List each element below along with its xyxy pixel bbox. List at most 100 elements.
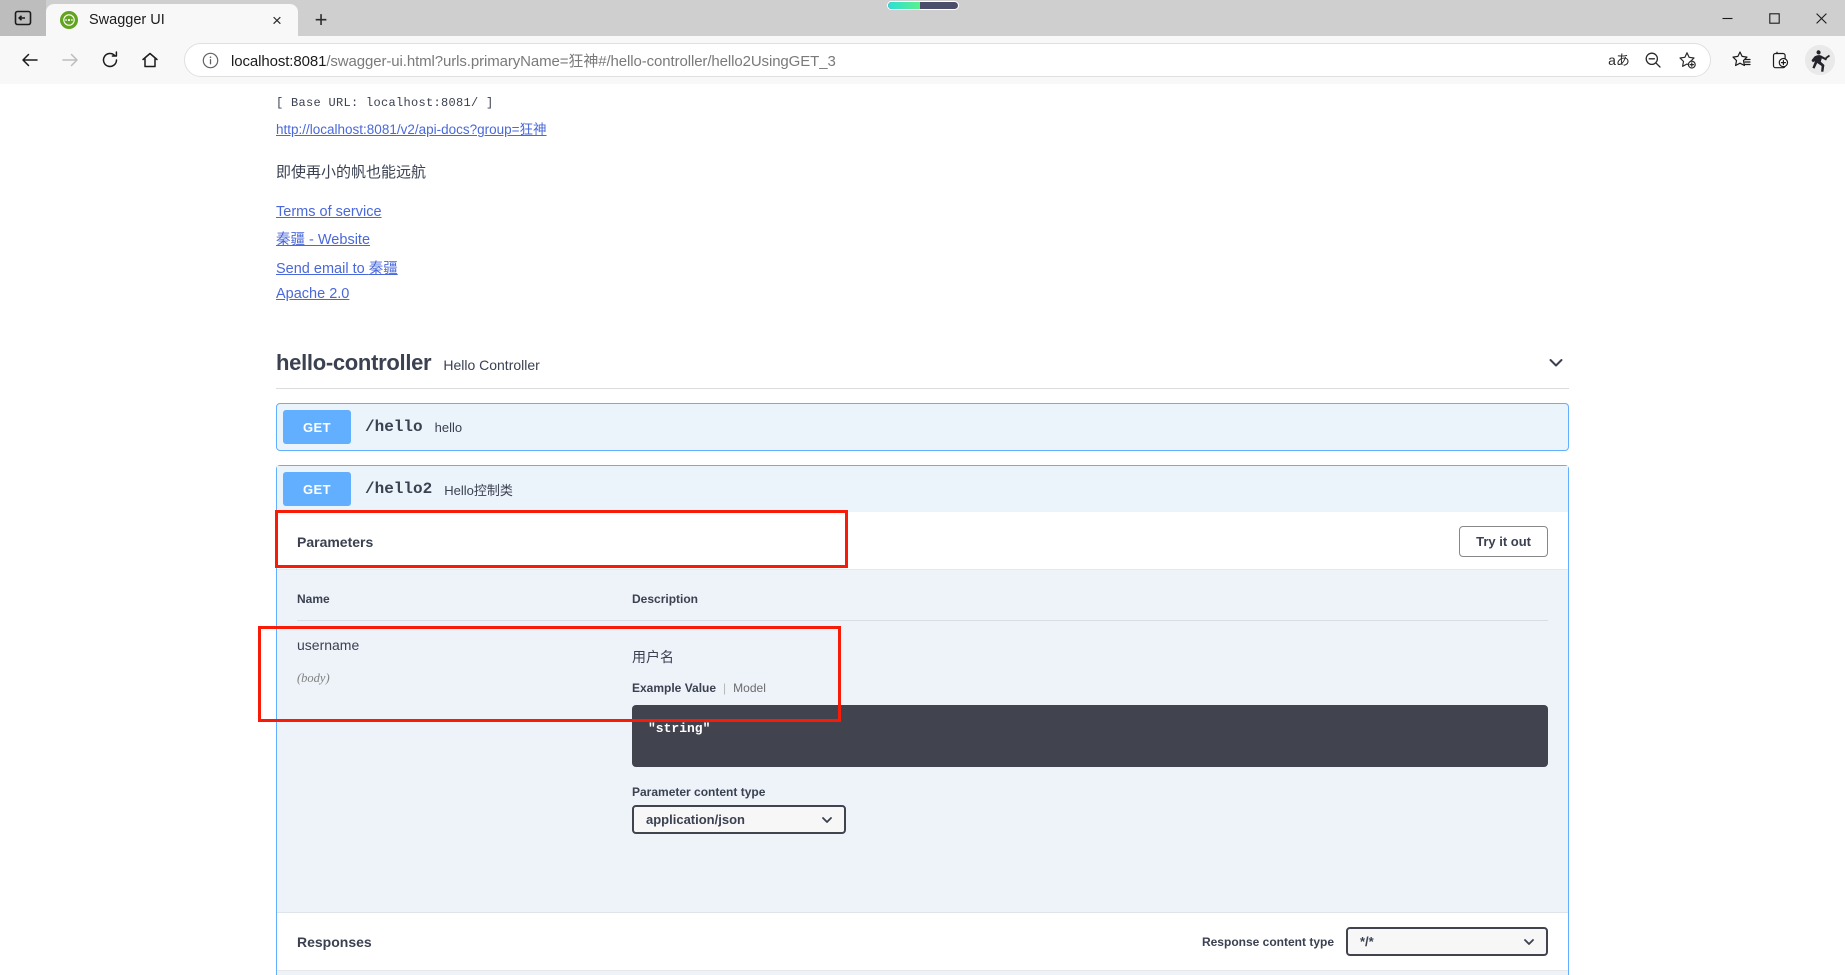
parameters-header: Parameters Try it out — [277, 512, 1568, 570]
responses-table-area: Code Description 200 — [277, 971, 1568, 975]
reload-icon — [102, 51, 118, 68]
terms-of-service-link[interactable]: Terms of service — [276, 204, 1569, 220]
operation-path: /hello2 — [365, 480, 433, 498]
read-aloud-icon[interactable]: aあ — [1602, 45, 1636, 75]
swagger-ui-page: [ Base URL: localhost:8081/ ] http://loc… — [0, 84, 1845, 975]
parameters-title: Parameters — [297, 533, 374, 550]
tag-section-hello-controller: hello-controller Hello Controller GET /h — [276, 350, 1569, 975]
navigation-toolbar: localhost:8081/swagger-ui.html?urls.prim… — [0, 36, 1845, 84]
reload-button[interactable] — [90, 40, 130, 80]
parameter-description-cell: 用户名 Example Value | Model "string" Paramet… — [632, 621, 1548, 834]
tab-strip: Swagger UI × + — [0, 0, 1845, 36]
loading-pill-fill — [887, 2, 920, 9]
website-author: 秦疆 — [276, 232, 305, 248]
swagger-favicon — [60, 11, 78, 29]
tab-actions-icon — [14, 10, 32, 26]
parameter-name: username — [297, 637, 360, 653]
close-tab-icon[interactable]: × — [266, 9, 288, 31]
operation-get-hello[interactable]: GET /hello hello — [276, 403, 1569, 451]
parameter-content-type-label: Parameter content type — [632, 785, 766, 799]
zoom-out-icon[interactable] — [1636, 45, 1670, 75]
email-link[interactable]: Send email to 秦疆 — [276, 257, 1569, 278]
website-suffix: - Website — [305, 232, 371, 248]
tab-title: Swagger UI — [89, 12, 165, 28]
parameter-content-type-select[interactable]: application/json — [632, 805, 846, 834]
tab-model[interactable]: Model — [733, 681, 766, 695]
example-value-code-block[interactable]: "string" — [632, 705, 1548, 767]
tag-header[interactable]: hello-controller Hello Controller — [276, 350, 1569, 389]
table-row: username (body) 用户名 Example Value | Model — [297, 621, 1548, 835]
address-bar[interactable]: localhost:8081/swagger-ui.html?urls.prim… — [184, 43, 1711, 77]
url-path: /swagger-ui.html?urls.primaryName=狂神#/he… — [326, 52, 836, 70]
window-controls — [1704, 0, 1845, 36]
operation-body: Parameters Try it out Name Description u… — [277, 512, 1568, 975]
browser-window: Swagger UI × + localhost:8081/swagger-ui… — [0, 0, 1845, 975]
back-arrow-icon — [22, 53, 38, 67]
tab-actions-button[interactable] — [0, 0, 46, 36]
email-prefix: Send email to — [276, 261, 369, 277]
loading-pill — [886, 1, 959, 10]
favorites-button[interactable] — [1723, 41, 1761, 79]
tag-name: hello-controller — [276, 350, 432, 375]
responses-title: Responses — [297, 933, 372, 950]
home-icon — [142, 52, 158, 68]
api-description: 即使再小的帆也能远航 — [276, 164, 427, 181]
website-link[interactable]: 秦疆 - Website — [276, 228, 1569, 249]
browser-tab-swagger-ui[interactable]: Swagger UI × — [46, 4, 298, 36]
parameters-table-area: Name Description username (body) 用户名 Exa… — [277, 570, 1568, 834]
parameters-table-header-row: Name Description — [297, 592, 1548, 621]
response-content-type-select[interactable]: */* — [1346, 927, 1548, 956]
parameter-description: 用户名 — [632, 649, 674, 665]
favorites-star-icon — [1732, 51, 1751, 67]
forward-arrow-icon — [62, 53, 78, 67]
site-info-icon[interactable] — [199, 49, 221, 71]
swagger-content-wrap: [ Base URL: localhost:8081/ ] http://loc… — [256, 84, 1589, 975]
response-content-type-label: Response content type — [1201, 934, 1334, 949]
parameter-location: (body) — [297, 671, 330, 685]
api-meta-links: Terms of service 秦疆 - Website Send email… — [276, 204, 1569, 302]
close-icon — [1816, 12, 1827, 24]
http-method-badge: GET — [283, 410, 351, 444]
address-bar-text[interactable]: localhost:8081/swagger-ui.html?urls.prim… — [231, 50, 1602, 71]
tab-separator: | — [723, 681, 727, 695]
tab-example-value[interactable]: Example Value — [632, 681, 716, 695]
responses-header: Responses Response content type */* — [277, 912, 1568, 971]
chevron-down-icon — [820, 813, 834, 827]
chevron-down-icon[interactable] — [1545, 352, 1567, 374]
operation-summary[interactable]: GET /hello2 Hello控制类 — [277, 466, 1568, 512]
response-content-type-group: Response content type */* — [1202, 927, 1548, 956]
operation-path: /hello — [365, 418, 423, 436]
address-bar-actions: aあ — [1602, 45, 1704, 75]
operation-summary-text: Hello控制类 — [444, 482, 513, 498]
column-header-description: Description — [632, 592, 1548, 621]
home-button[interactable] — [130, 40, 170, 80]
back-button[interactable] — [10, 40, 50, 80]
collections-icon — [1772, 51, 1789, 69]
tag-description: Hello Controller — [443, 357, 540, 373]
license-link[interactable]: Apache 2.0 — [276, 286, 1569, 302]
response-content-type-value: */* — [1360, 934, 1374, 949]
column-header-name: Name — [297, 592, 632, 621]
api-docs-link[interactable]: http://localhost:8081/v2/api-docs?group=… — [276, 118, 547, 138]
example-model-tabs: Example Value | Model — [632, 681, 1548, 695]
add-favorite-icon[interactable] — [1670, 45, 1704, 75]
try-it-out-button[interactable]: Try it out — [1459, 526, 1548, 557]
operation-get-hello2: GET /hello2 Hello控制类 Parameters Try it o… — [276, 465, 1569, 975]
email-author: 秦疆 — [368, 261, 398, 277]
collections-button[interactable] — [1761, 41, 1799, 79]
close-window-button[interactable] — [1798, 0, 1845, 36]
page-viewport: [ Base URL: localhost:8081/ ] http://loc… — [0, 84, 1845, 975]
profile-avatar[interactable] — [1805, 45, 1835, 75]
forward-button — [50, 40, 90, 80]
minimize-button[interactable] — [1704, 0, 1751, 36]
parameter-content-type-value: application/json — [646, 812, 745, 827]
maximize-button[interactable] — [1751, 0, 1798, 36]
operation-summary[interactable]: GET /hello hello — [277, 404, 1568, 450]
new-tab-button[interactable]: + — [302, 4, 340, 36]
parameters-table: Name Description username (body) 用户名 Exa… — [297, 592, 1548, 834]
http-method-badge: GET — [283, 472, 351, 506]
profile-avatar-icon — [1805, 45, 1835, 75]
parameter-name-cell: username (body) — [297, 621, 632, 835]
base-url-text: [ Base URL: localhost:8081/ ] — [276, 96, 494, 110]
url-host: localhost:8081 — [231, 52, 327, 70]
